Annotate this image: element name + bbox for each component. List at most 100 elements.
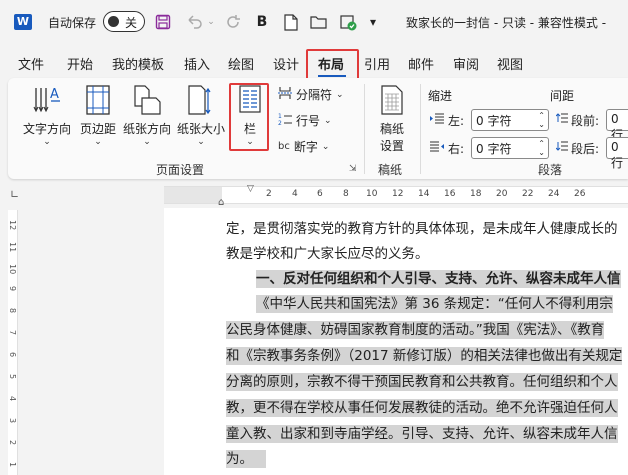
document-line: 分离的原则，宗教不得干预国民教育和公共教育。任何组织和个人	[226, 373, 618, 391]
svg-text:2: 2	[278, 120, 282, 126]
indent-header: 缩进	[428, 89, 453, 103]
vruler-number: 5	[8, 374, 17, 380]
svg-text:1: 1	[278, 113, 282, 120]
indent-right-input[interactable]: 0 字符 ⌃ ⌄	[471, 137, 549, 159]
hyphenation-icon: bc	[278, 141, 290, 152]
ruler-number: 22	[522, 189, 534, 199]
spacing-header: 间距	[550, 89, 575, 103]
ruler-number: 6	[317, 189, 323, 199]
vruler-number: 11	[8, 242, 17, 253]
ruler-number: 20	[496, 189, 508, 199]
paper-size-label: 纸张大小	[176, 122, 225, 136]
more-icon[interactable]: ▾	[366, 12, 380, 32]
tab-references[interactable]: 引用	[364, 54, 390, 73]
document-line: 定，是贯彻落实党的教育方针的具体体现，是未成年人健康成长的	[226, 221, 618, 237]
ruler-number: 4	[292, 189, 298, 199]
columns-highlight-box	[229, 83, 269, 151]
vruler-number: 1	[8, 462, 17, 468]
tab-file[interactable]: 文件	[18, 54, 44, 73]
horizontal-ruler[interactable]: ▽ 2 4 6 8 10 12 14 16 18 20 22 24 26	[164, 184, 628, 204]
open-folder-icon[interactable]	[310, 12, 328, 32]
vruler-number: 12	[8, 220, 17, 231]
document-page[interactable]: 定，是贯彻落实党的教育方针的具体体现，是未成年人健康成长的 教是学校和广大家长应…	[164, 208, 628, 475]
first-line-indent-icon[interactable]: ▽	[247, 184, 254, 194]
vruler-number: 10	[8, 264, 17, 275]
document-line: 教是学校和广大家长应尽的义务。	[226, 246, 429, 262]
indent-left-input[interactable]: 0 字符 ⌃ ⌄	[471, 109, 549, 131]
bold-icon[interactable]: B	[254, 12, 270, 32]
ruler-number: 12	[392, 189, 404, 199]
document-line: 《中华人民共和国宪法》第 36 条规定：“任何人不得利用宗	[256, 295, 613, 313]
ruler-number: 8	[343, 189, 349, 199]
tab-design[interactable]: 设计	[273, 54, 299, 73]
chevron-down-icon: ⌄	[336, 89, 344, 100]
ruler-margin	[164, 187, 222, 203]
new-doc-icon[interactable]	[283, 12, 299, 32]
tab-review[interactable]: 审阅	[453, 54, 479, 73]
ribbon-panel: A 文字方向 ⌄ 页边距 ⌄ 纸张方向 ⌄ 纸张大小 ⌄ 栏 ⌄ 分隔符 ⌄ 1…	[8, 78, 628, 179]
ruler-number: 24	[548, 189, 560, 199]
text-direction-button[interactable]: A 文字方向 ⌄	[20, 84, 74, 147]
vruler-number: 8	[8, 308, 17, 314]
breaks-icon	[278, 86, 292, 103]
text-direction-label: 文字方向	[22, 122, 71, 136]
hyphenation-button[interactable]: bc 断字 ⌄	[278, 138, 329, 155]
redo-icon[interactable]	[222, 12, 244, 32]
tab-my-templates[interactable]: 我的模板	[112, 54, 164, 73]
manuscript-label-1: 稿纸	[379, 122, 404, 136]
left-indent-marker-icon[interactable]: ⌂	[218, 197, 224, 208]
vruler-number: 6	[8, 352, 17, 358]
vertical-ruler[interactable]: 12 11 10 9 8 7 6 5 4 3 2 1	[8, 210, 18, 475]
document-line: 公民身体健康、妨碍国家教育制度的活动。”我国《宪法》、《教育	[226, 321, 605, 339]
margins-icon	[83, 84, 113, 116]
autosave-state: 关	[125, 16, 138, 30]
tab-mailings[interactable]: 邮件	[408, 54, 434, 73]
spacing-after-input[interactable]: 0 行	[606, 137, 628, 170]
paper-size-icon	[186, 84, 216, 116]
breaks-button[interactable]: 分隔符 ⌄	[278, 86, 344, 103]
spacing-after-value: 0 行	[611, 140, 624, 170]
hyphenation-label: 断字	[293, 140, 318, 154]
indent-right-value: 0 字符	[476, 142, 512, 156]
ruler-number: 18	[470, 189, 482, 199]
manuscript-label-2: 设置	[379, 139, 404, 153]
ruler-number: 14	[418, 189, 430, 199]
dialog-launcher-icon[interactable]: ⇲	[349, 164, 357, 174]
chevron-down-icon: ⌄	[94, 137, 102, 147]
spacing-before-input[interactable]: 0 行	[606, 109, 628, 142]
save-icon[interactable]	[153, 12, 173, 32]
tab-insert[interactable]: 插入	[184, 54, 210, 73]
accessibility-icon[interactable]	[338, 12, 358, 32]
ruler-number: 2	[266, 189, 272, 199]
line-numbers-button[interactable]: 12 行号 ⌄	[278, 112, 332, 129]
chevron-down-icon: ⌄	[197, 137, 205, 147]
spacing-after-icon	[555, 141, 568, 156]
undo-dropdown-icon[interactable]: ⌄	[205, 12, 217, 32]
line-numbers-label: 行号	[296, 114, 321, 128]
tab-home[interactable]: 开始	[67, 54, 93, 73]
tab-selector-icon[interactable]: ∟	[10, 188, 19, 201]
spacing-after-label: 段后:	[571, 142, 600, 156]
vruler-number: 4	[8, 396, 17, 402]
tab-draw[interactable]: 绘图	[228, 54, 254, 73]
document-line: 教，更不得在学校从事任何发展教徒的活动。绝不允许强迫任何人	[226, 399, 618, 417]
manuscript-settings-button[interactable]: 稿纸 设置	[372, 84, 412, 154]
undo-icon[interactable]	[183, 12, 205, 32]
text-direction-icon: A	[32, 84, 62, 116]
orientation-button[interactable]: 纸张方向 ⌄	[120, 84, 174, 147]
spinner-arrows-icon[interactable]: ⌃ ⌄	[538, 111, 545, 129]
document-heading: 一、反对任何组织和个人引导、支持、允许、纵容未成年人信	[256, 270, 621, 288]
vruler-number: 3	[8, 418, 17, 424]
margins-button[interactable]: 页边距 ⌄	[76, 84, 120, 147]
document-line: 为。	[226, 450, 266, 468]
line-numbers-icon: 12	[278, 112, 292, 129]
svg-text:A: A	[50, 87, 59, 102]
tab-view[interactable]: 视图	[497, 54, 523, 73]
paper-size-button[interactable]: 纸张大小 ⌄	[174, 84, 228, 147]
spinner-arrows-icon[interactable]: ⌃ ⌄	[538, 139, 545, 157]
autosave-label: 自动保存	[48, 16, 97, 30]
autosave-toggle[interactable]: 关	[103, 11, 145, 32]
document-line: 童入教、出家和到寺庙学经。引导、支持、允许、纵容未成年人信	[226, 425, 618, 443]
group-separator	[364, 84, 365, 174]
indent-left-icon	[430, 113, 444, 128]
